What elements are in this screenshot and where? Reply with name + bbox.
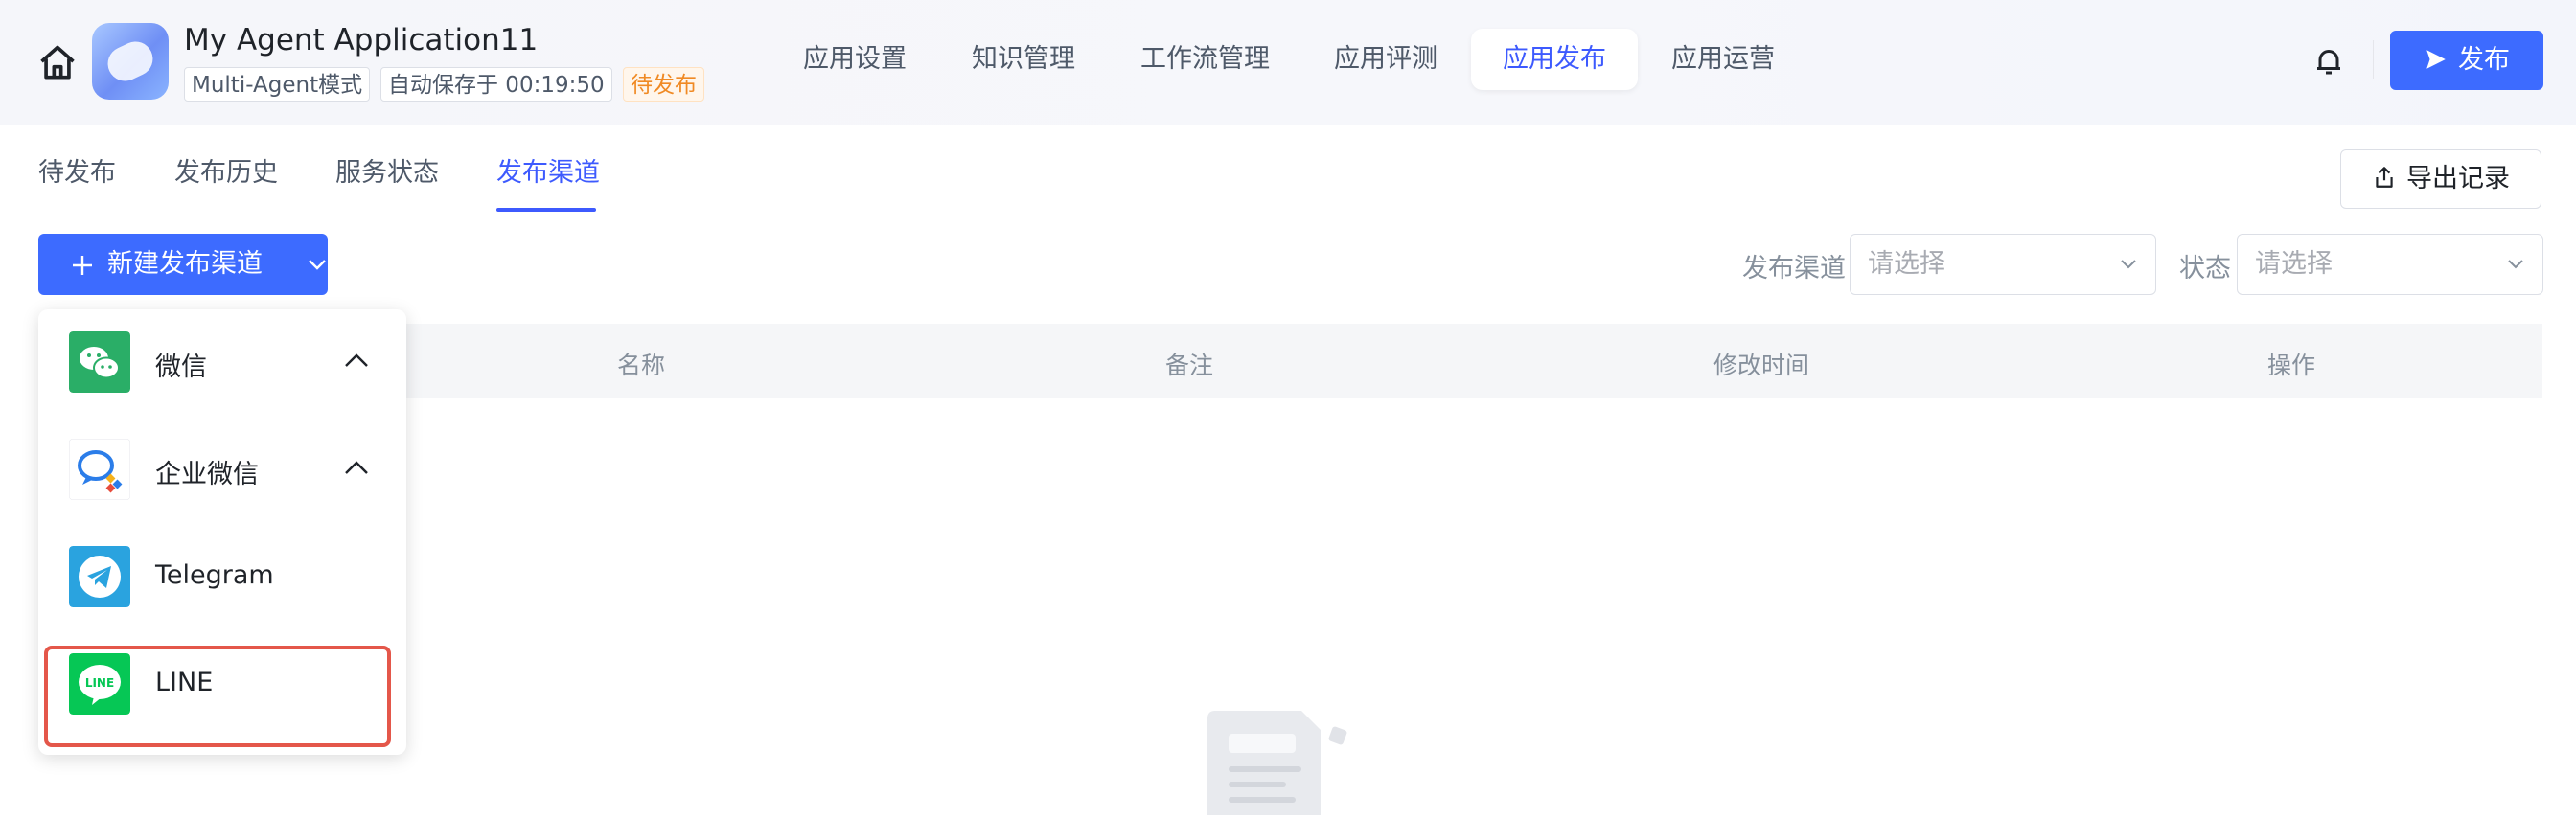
highlight-box [44,646,391,747]
wechat-icon [69,331,130,393]
chevron-up-icon [345,461,368,474]
bell-icon[interactable] [2312,44,2346,79]
subtab-pending[interactable]: 待发布 [38,151,116,189]
dropdown-item-wechat[interactable]: 微信 [38,309,406,417]
tab-publish[interactable]: 应用发布 [1471,29,1638,90]
new-channel-label: 新建发布渠道 [107,249,263,279]
status-filter-label: 状态 [2179,254,2231,284]
new-channel-button[interactable]: 新建发布渠道 [38,234,328,295]
channel-filter-placeholder: 请选择 [1868,249,1945,279]
export-records-label: 导出记录 [2406,164,2510,193]
publish-button[interactable]: 发布 [2390,31,2543,90]
dropdown-item-label: 企业微信 [155,460,259,489]
empty-state-illustration [1188,699,1361,815]
home-icon[interactable] [36,42,79,84]
export-records-button[interactable]: 导出记录 [2340,149,2542,209]
dropdown-item-wecom[interactable]: 企业微信 [38,417,406,524]
column-header-name: 名称 [617,352,666,379]
wecom-icon [69,439,130,500]
app-title: My Agent Application11 [184,23,539,57]
plus-icon [73,256,92,275]
dropdown-item-telegram[interactable]: Telegram [38,524,406,631]
column-header-modified: 修改时间 [1714,352,1810,379]
status-badge: 待发布 [623,67,704,102]
subtab-service-status[interactable]: 服务状态 [335,151,439,189]
chevron-down-icon [2121,260,2136,269]
active-subtab-indicator [496,208,596,212]
tab-evaluation[interactable]: 应用评测 [1302,29,1469,90]
dropdown-item-label: 微信 [155,353,207,382]
dropdown-item-label: Telegram [155,560,274,590]
chevron-down-icon [309,260,326,270]
autosave-tag: 自动保存于 00:19:50 [380,67,612,102]
tab-knowledge[interactable]: 知识管理 [940,29,1107,90]
subtab-history[interactable]: 发布历史 [174,151,278,189]
status-filter-select[interactable]: 请选择 [2237,234,2543,295]
tab-workflow[interactable]: 工作流管理 [1109,29,1301,90]
status-filter-placeholder: 请选择 [2255,249,2333,279]
column-header-note: 备注 [1165,352,1214,379]
app-logo [92,23,169,100]
channel-filter-label: 发布渠道 [1742,254,1846,284]
export-icon [2376,166,2393,188]
mode-tag: Multi-Agent模式 [184,67,371,102]
chevron-down-icon [2508,260,2523,269]
table-header [38,324,2542,398]
chevron-up-icon [345,353,368,367]
header-divider [2373,40,2374,79]
send-icon [2426,49,2446,69]
channel-filter-select[interactable]: 请选择 [1850,234,2156,295]
publish-button-label: 发布 [2458,45,2510,75]
tab-operations[interactable]: 应用运营 [1640,29,1806,90]
subtab-channels[interactable]: 发布渠道 [496,151,600,189]
column-header-actions: 操作 [2267,352,2316,379]
tab-app-settings[interactable]: 应用设置 [771,29,938,90]
telegram-icon [69,546,130,607]
